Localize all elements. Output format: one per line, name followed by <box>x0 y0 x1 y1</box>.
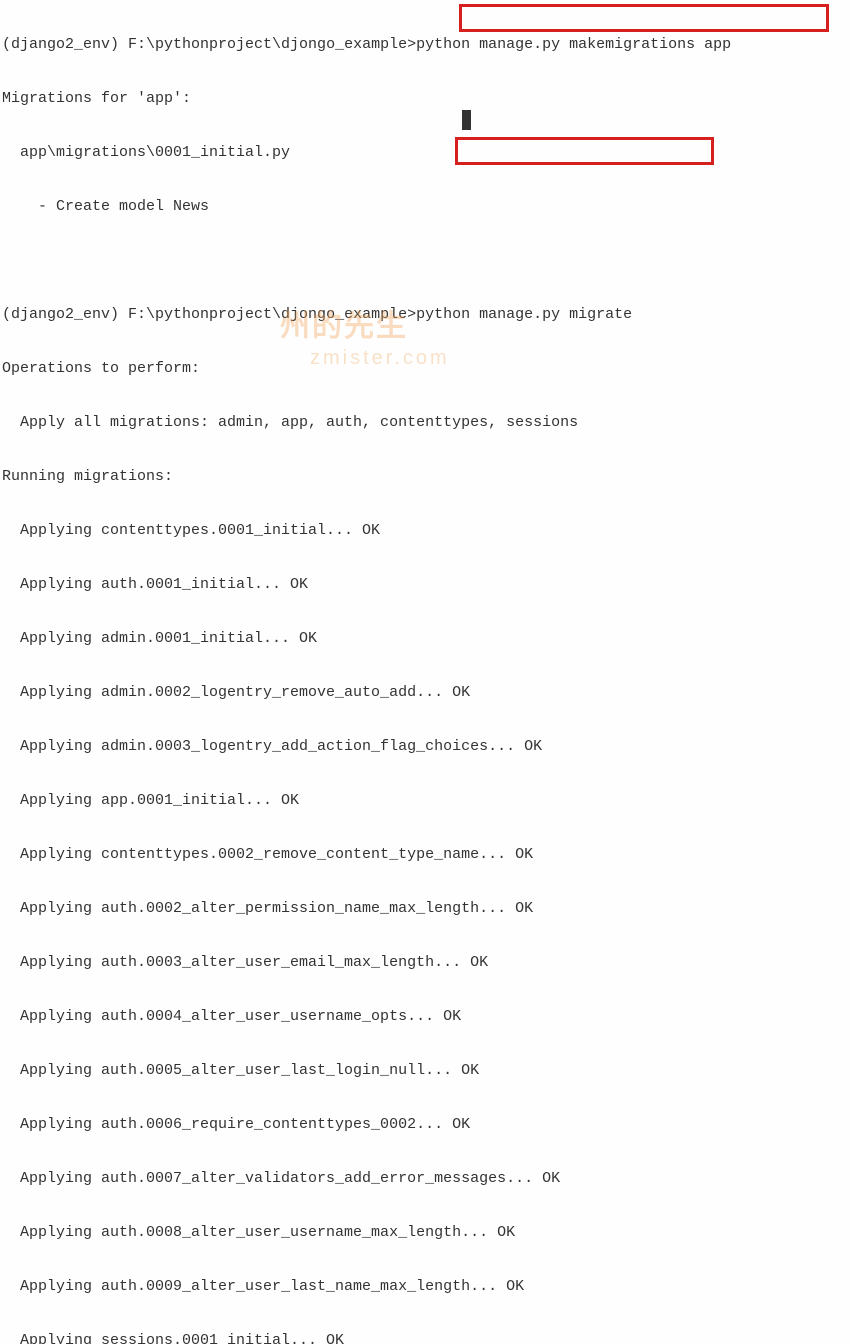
highlight-migrate <box>455 137 714 165</box>
migration-line: Applying auth.0003_alter_user_email_max_… <box>2 949 849 976</box>
migration-line: Applying auth.0008_alter_user_username_m… <box>2 1219 849 1246</box>
migration-line: Applying admin.0001_initial... OK <box>2 625 849 652</box>
output-line: - Create model News <box>2 193 849 220</box>
output-line: Running migrations: <box>2 463 849 490</box>
prompt-line-1: (django2_env) F:\pythonproject\djongo_ex… <box>2 31 849 58</box>
migration-line: Applying auth.0005_alter_user_last_login… <box>2 1057 849 1084</box>
migration-line: Applying admin.0003_logentry_add_action_… <box>2 733 849 760</box>
migration-line: Applying auth.0001_initial... OK <box>2 571 849 598</box>
path-label: F:\pythonproject\djongo_example> <box>128 306 416 323</box>
migration-line: Applying auth.0002_alter_permission_name… <box>2 895 849 922</box>
cursor-icon <box>462 110 471 130</box>
output-line: Operations to perform: <box>2 355 849 382</box>
blank-line <box>2 247 849 274</box>
migration-line: Applying auth.0004_alter_user_username_o… <box>2 1003 849 1030</box>
command-text: python manage.py migrate <box>416 306 632 323</box>
output-line: app\migrations\0001_initial.py <box>2 139 849 166</box>
migration-line: Applying app.0001_initial... OK <box>2 787 849 814</box>
migration-line: Applying contenttypes.0002_remove_conten… <box>2 841 849 868</box>
migration-line: Applying auth.0009_alter_user_last_name_… <box>2 1273 849 1300</box>
output-line: Apply all migrations: admin, app, auth, … <box>2 409 849 436</box>
terminal-output: (django2_env) F:\pythonproject\djongo_ex… <box>0 0 851 1344</box>
prompt-line-2: (django2_env) F:\pythonproject\djongo_ex… <box>2 301 849 328</box>
migration-line: Applying auth.0006_require_contenttypes_… <box>2 1111 849 1138</box>
env-label: (django2_env) <box>2 36 128 53</box>
highlight-makemigrations <box>459 4 829 32</box>
migration-line: Applying auth.0007_alter_validators_add_… <box>2 1165 849 1192</box>
path-label: F:\pythonproject\djongo_example> <box>128 36 416 53</box>
migration-line: Applying sessions.0001_initial... OK <box>2 1327 849 1344</box>
command-text: python manage.py makemigrations app <box>416 36 731 53</box>
migration-line: Applying admin.0002_logentry_remove_auto… <box>2 679 849 706</box>
migration-line: Applying contenttypes.0001_initial... OK <box>2 517 849 544</box>
output-line: Migrations for 'app': <box>2 85 849 112</box>
env-label: (django2_env) <box>2 306 128 323</box>
